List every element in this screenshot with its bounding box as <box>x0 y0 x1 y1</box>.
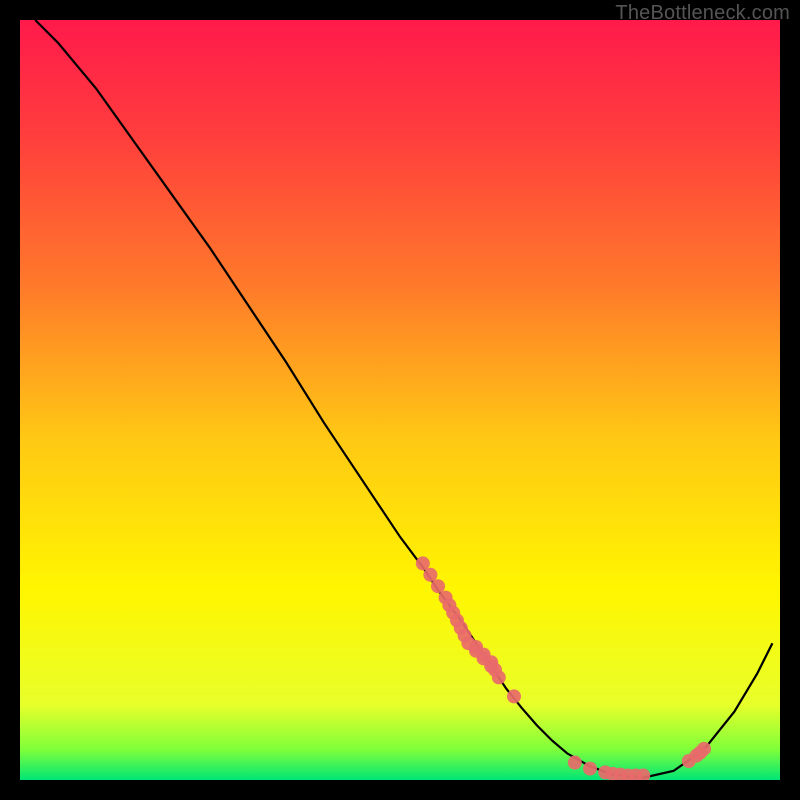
watermark-text: TheBottleneck.com <box>615 2 790 25</box>
sample-point <box>423 568 437 582</box>
sample-point <box>431 579 445 593</box>
chart-svg <box>20 20 780 780</box>
plot-area <box>20 20 780 780</box>
sample-point <box>492 670 506 684</box>
sample-point <box>583 762 597 776</box>
gradient-background <box>20 20 780 780</box>
sample-point <box>697 742 711 756</box>
chart-container: TheBottleneck.com <box>0 0 800 800</box>
sample-point <box>568 756 582 770</box>
sample-point <box>507 689 521 703</box>
sample-point <box>416 556 430 570</box>
